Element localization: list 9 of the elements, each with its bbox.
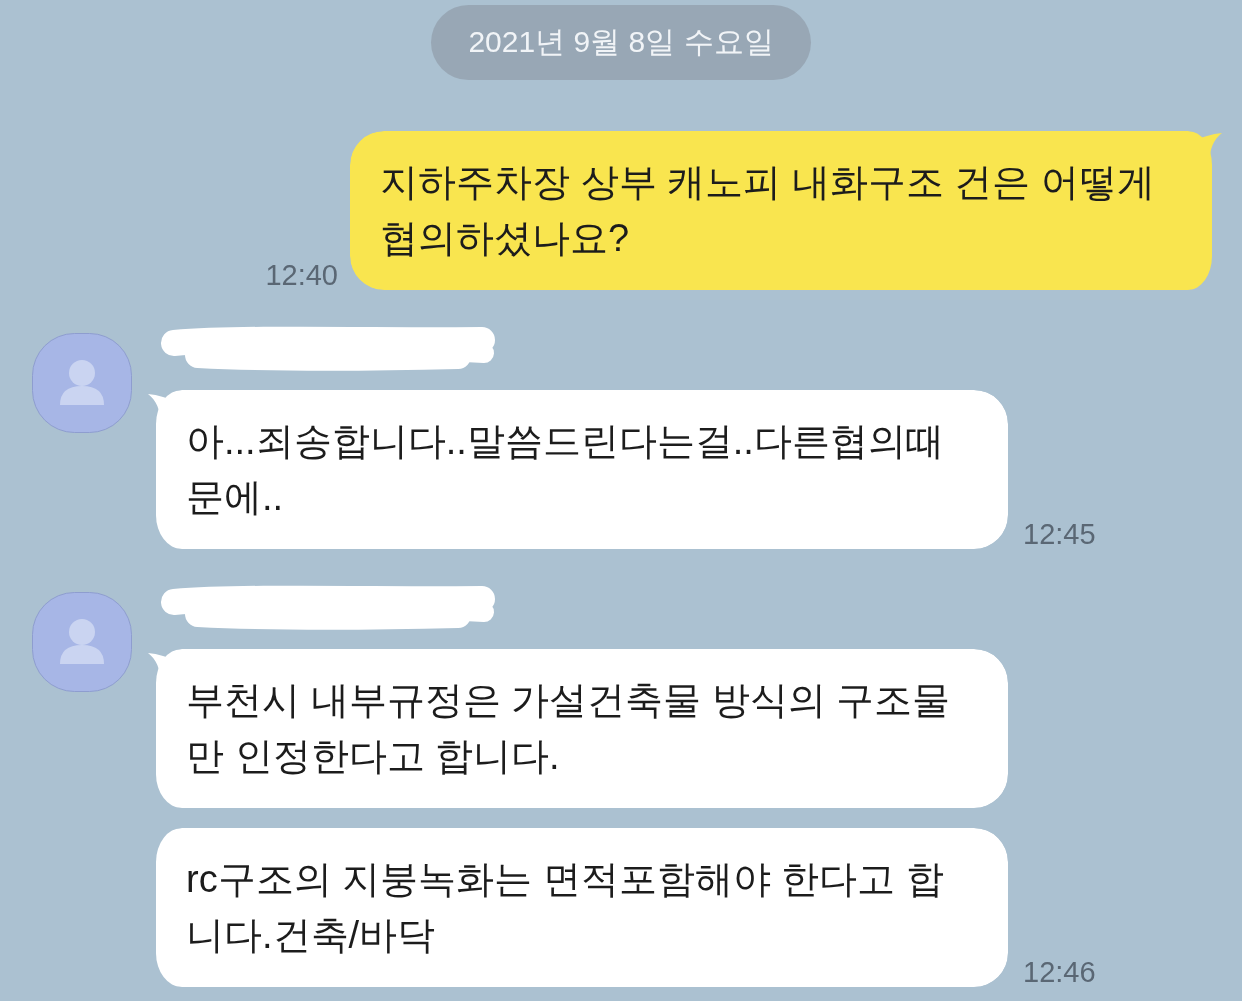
message-bubble: 아...죄송합니다..말씀드린다는걸..다른협의때문에.. xyxy=(148,390,1008,549)
message-time: 12:45 xyxy=(1023,519,1096,549)
avatar-icon[interactable] xyxy=(32,333,132,433)
message-bubble: 지하주차장 상부 캐노피 내화구조 건은 어떻게 협의하셨나요? xyxy=(350,131,1222,290)
message-bubble: 부천시 내부규정은 가설건축물 방식의 구조물만 인정한다고 합니다. xyxy=(148,649,1008,808)
avatar-icon[interactable] xyxy=(32,592,132,692)
date-divider: 2021년 9월 8일 수요일 xyxy=(431,5,811,80)
message-time: 12:46 xyxy=(1023,957,1096,987)
message-time: 12:40 xyxy=(265,260,338,290)
